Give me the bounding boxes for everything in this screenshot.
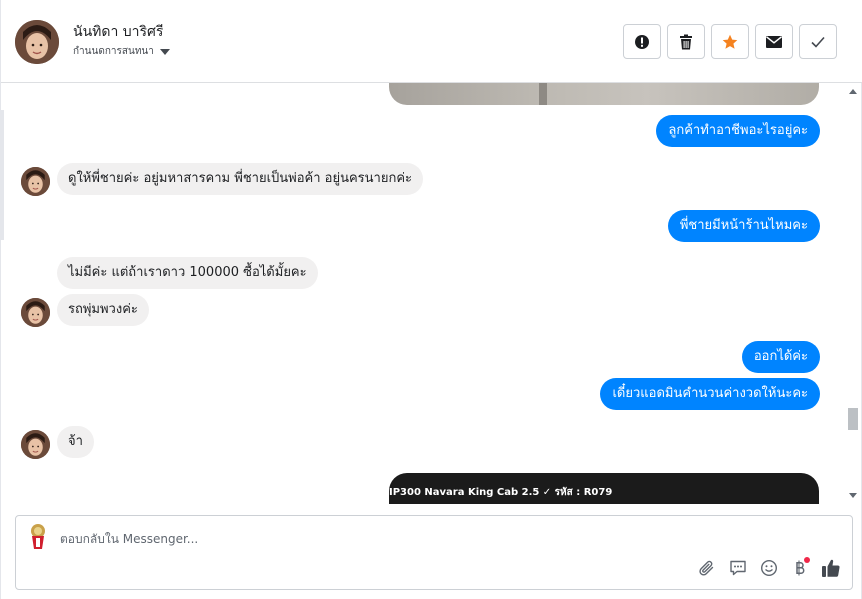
conversation-stage-dropdown[interactable]: กำนนดการสนทนา [73,44,170,59]
message-incoming: ดูให้พี่ชายค่ะ อยู่มหาสารคาม พี่ชายเป็นพ… [57,163,423,195]
notification-dot [804,557,810,563]
like-button[interactable] [820,557,842,579]
image-caption: IP300 Navara King Cab 2.5 ✓ รหัส : R079 [389,487,613,498]
conversation-header: นันทิดา บาริศรี กำนนดการสนทนา [1,0,862,83]
contact-avatar-small [21,430,50,459]
header-actions [623,24,837,59]
message-outgoing: พี่ชายมีหน้าร้านไหมคะ [667,210,820,242]
star-button[interactable] [711,24,749,59]
caret-down-icon [159,48,170,55]
contact-name: นันทิดา บาริศรี [73,24,164,40]
stage-label: กำนนดการสนทนา [73,46,154,57]
mark-done-button[interactable] [799,24,837,59]
emoji-icon [760,559,778,577]
left-divider [1,110,4,240]
delete-button[interactable] [667,24,705,59]
scroll-down-arrow-icon[interactable] [849,493,857,498]
contact-avatar-small [21,167,50,196]
messenger-inbox: นันทิดา บาริศรี กำนนดการสนทนา ลูกค้าทำอา… [0,0,862,599]
check-icon [811,36,825,48]
thread-scrollbar[interactable] [845,83,861,504]
reply-composer [15,515,853,590]
message-outgoing: ลูกค้าทำอาชีพอะไรอยู่คะ [656,115,820,147]
attach-button[interactable] [696,557,718,579]
mark-unread-button[interactable] [755,24,793,59]
page-avatar [26,523,50,551]
saved-reply-icon [730,560,746,576]
trash-icon [680,34,692,49]
message-incoming: รถพุ่มพวงค่ะ [57,294,149,326]
message-incoming: ไม่มีค่ะ แต่ถ้าเราดาว 100000 ซื้อได้มั้ย… [57,257,318,289]
message-thread[interactable]: ลูกค้าทำอาชีพอะไรอยู่คะ ดูให้พี่ชายค่ะ อ… [1,83,847,504]
spam-icon [635,34,649,49]
emoji-button[interactable] [758,557,780,579]
message-outgoing: ออกได้ค่ะ [741,341,820,373]
scrollbar-thumb[interactable] [848,408,858,430]
envelope-icon [766,35,782,48]
image-attachment-bottom[interactable]: IP300 Navara King Cab 2.5 ✓ รหัส : R079 [389,473,819,504]
message-incoming: จ้า [57,426,94,458]
mark-spam-button[interactable] [623,24,661,59]
scroll-up-arrow-icon[interactable] [849,89,857,94]
reply-input[interactable] [60,529,660,549]
star-icon [722,34,738,49]
message-outgoing: เดี๋ยวแอดมินคำนวนค่างวดให้นะคะ [600,378,820,410]
composer-tools [696,557,842,579]
contact-avatar-small [21,298,50,327]
payment-button[interactable] [789,557,811,579]
thumbs-up-icon [822,559,840,577]
image-attachment-top[interactable] [389,83,819,105]
contact-avatar[interactable] [15,20,59,64]
saved-replies-button[interactable] [727,557,749,579]
paperclip-icon [699,560,714,576]
